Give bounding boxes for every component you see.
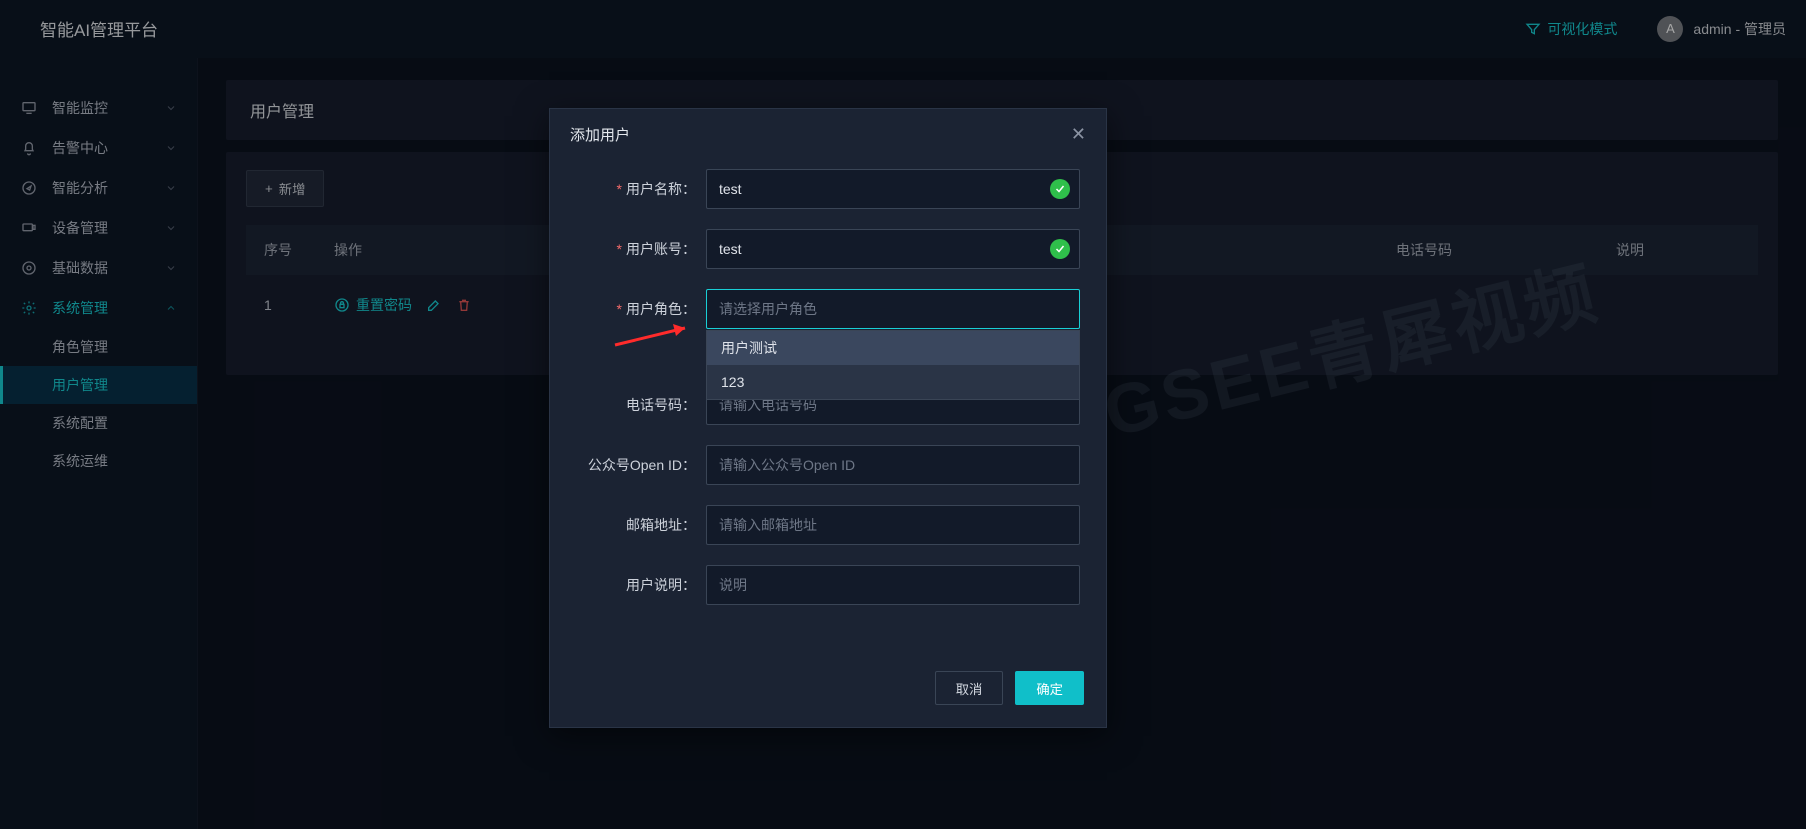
label-email: 邮箱地址：	[576, 515, 706, 535]
role-dropdown: 用户测试 123	[706, 330, 1080, 400]
cancel-button[interactable]: 取消	[935, 671, 1004, 705]
label-username: 用户名称：	[576, 179, 706, 199]
role-option[interactable]: 用户测试	[707, 331, 1079, 365]
label-role: 用户角色：	[576, 299, 706, 319]
username-input[interactable]	[706, 169, 1080, 209]
label-phone: 电话号码：	[576, 395, 706, 415]
email-input[interactable]	[706, 505, 1080, 545]
close-icon[interactable]: ✕	[1071, 124, 1086, 145]
modal-title: 添加用户	[570, 124, 630, 145]
label-desc: 用户说明：	[576, 575, 706, 595]
desc-input[interactable]	[706, 565, 1080, 605]
check-icon	[1050, 179, 1070, 199]
openid-input[interactable]	[706, 445, 1080, 485]
ok-button[interactable]: 确定	[1015, 671, 1084, 705]
label-account: 用户账号：	[576, 239, 706, 259]
modal-header: 添加用户 ✕	[550, 109, 1106, 159]
add-user-modal: 添加用户 ✕ 用户名称： 用户账号： 用户角色： 用户测试 123	[549, 108, 1107, 728]
label-openid: 公众号Open ID：	[576, 455, 706, 475]
role-select[interactable]	[706, 289, 1080, 329]
account-input[interactable]	[706, 229, 1080, 269]
check-icon	[1050, 239, 1070, 259]
role-option[interactable]: 123	[707, 365, 1079, 399]
